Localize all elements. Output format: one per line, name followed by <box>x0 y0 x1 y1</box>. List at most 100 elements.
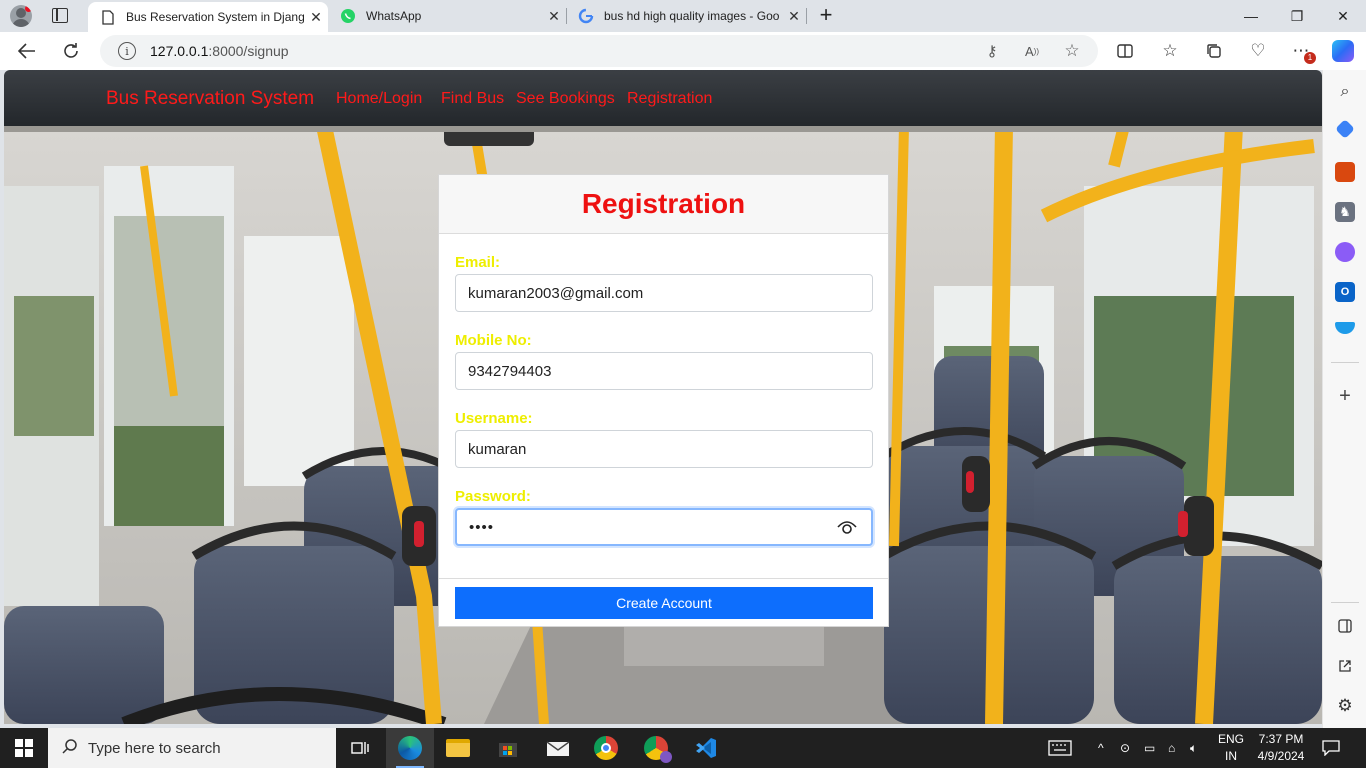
favorite-star-icon[interactable]: ☆ <box>1062 41 1082 61</box>
username-field[interactable]: kumaran <box>455 430 873 468</box>
favorites-icon[interactable]: ☆ <box>1155 36 1185 66</box>
volume-icon[interactable]: 🔈︎ <box>1190 728 1197 768</box>
chrome-icon[interactable] <box>582 728 630 768</box>
chrome-profile-icon[interactable] <box>632 728 680 768</box>
add-sidebar-app-icon[interactable]: + <box>1335 385 1355 407</box>
document-icon <box>100 9 116 25</box>
tab-bus-reservation[interactable]: Bus Reservation System in Djang ✕ <box>88 2 328 32</box>
windows-start-icon[interactable] <box>0 728 48 768</box>
refresh-icon[interactable] <box>56 36 86 66</box>
password-label: Password: <box>455 488 531 505</box>
collections-icon[interactable] <box>1199 36 1229 66</box>
profile-avatar[interactable] <box>10 5 32 27</box>
close-tab-icon[interactable]: ✕ <box>304 9 328 26</box>
input-language-indicator[interactable]: ENG IN <box>1214 731 1248 765</box>
mobile-field[interactable]: 9342794403 <box>455 352 873 390</box>
site-brand[interactable]: Bus Reservation System <box>106 88 314 110</box>
split-screen-icon[interactable] <box>1110 36 1140 66</box>
language-code: ENG <box>1217 732 1244 746</box>
edge-sidebar: ⌕ ♞ O + ⚙ <box>1322 70 1366 728</box>
clock-date: 4/9/2024 <box>1257 749 1305 763</box>
show-password-eye-icon[interactable] <box>837 519 857 535</box>
restore-icon[interactable]: ❐ <box>1274 0 1320 32</box>
email-label: Email: <box>455 254 501 271</box>
tab-title: WhatsApp <box>366 9 422 23</box>
clock-time: 7:37 PM <box>1258 732 1304 746</box>
close-tab-icon[interactable]: ✕ <box>542 8 566 25</box>
task-view-icon[interactable] <box>336 728 384 768</box>
site-navbar: Bus Reservation System Home/Login Find B… <box>4 70 1322 126</box>
network-icon[interactable]: ⌂ <box>1168 728 1175 768</box>
sidebar-divider <box>1331 602 1359 603</box>
create-account-button[interactable]: Create Account <box>455 587 873 619</box>
copilot-icon[interactable] <box>1332 40 1354 62</box>
close-tab-icon[interactable]: ✕ <box>782 8 806 25</box>
registration-card: Registration Email: kumaran2003@gmail.co… <box>438 174 889 627</box>
file-explorer-icon[interactable] <box>434 728 482 768</box>
whatsapp-icon <box>340 8 356 24</box>
mobile-value: 9342794403 <box>468 362 552 380</box>
outlook-icon[interactable]: O <box>1335 282 1355 302</box>
tab-title: bus hd high quality images - Goo <box>604 9 780 23</box>
games-icon[interactable]: ♞ <box>1335 202 1355 222</box>
back-arrow-icon[interactable] <box>12 36 42 66</box>
taskbar-search-box[interactable]: Type here to search <box>48 728 336 768</box>
battery-icon[interactable]: ▭ <box>1144 728 1155 768</box>
microsoft-365-icon[interactable] <box>1335 242 1355 262</box>
username-value: kumaran <box>468 440 527 458</box>
google-icon <box>578 8 594 24</box>
more-menu-icon[interactable]: ⋯ 1 <box>1286 36 1316 66</box>
region-code: IN <box>1225 749 1237 763</box>
nav-registration[interactable]: Registration <box>627 90 712 108</box>
webcam-icon[interactable]: ⊙ <box>1120 728 1130 768</box>
site-info-icon[interactable]: i <box>118 42 136 60</box>
card-footer: Create Account <box>439 578 888 626</box>
nav-home-login[interactable]: Home/Login <box>336 90 422 108</box>
browser-essentials-icon[interactable]: ♡ <box>1243 36 1273 66</box>
keyboard-layout-icon[interactable] <box>1048 728 1072 768</box>
nav-find-bus[interactable]: Find Bus <box>441 90 504 108</box>
tab-divider <box>806 8 807 24</box>
system-clock[interactable]: 7:37 PM 4/9/2024 <box>1254 731 1308 765</box>
form-title: Registration <box>581 188 746 219</box>
mail-icon[interactable] <box>534 728 582 768</box>
drop-icon[interactable] <box>1335 322 1355 334</box>
email-field[interactable]: kumaran2003@gmail.com <box>455 274 873 312</box>
show-hidden-icons-chevron-icon[interactable]: ^ <box>1098 728 1104 768</box>
new-tab-icon[interactable]: + <box>814 4 838 28</box>
search-placeholder: Type here to search <box>88 739 221 757</box>
url-text: 127.0.0.1:8000/signup <box>150 43 289 59</box>
key-icon[interactable]: ⚷ <box>982 41 1002 61</box>
tab-actions-icon[interactable] <box>52 8 68 23</box>
search-icon <box>62 738 78 759</box>
email-value: kumaran2003@gmail.com <box>468 284 644 302</box>
edge-taskbar-icon[interactable] <box>386 728 434 768</box>
sidebar-layout-icon[interactable] <box>1335 616 1355 636</box>
mobile-label: Mobile No: <box>455 332 532 349</box>
username-label: Username: <box>455 410 533 427</box>
nav-see-bookings[interactable]: See Bookings <box>516 90 615 108</box>
address-bar[interactable]: i 127.0.0.1:8000/signup ⚷ A)) ☆ <box>100 35 1098 67</box>
tab-whatsapp[interactable]: WhatsApp ✕ <box>328 0 566 32</box>
tab-title: Bus Reservation System in Djang <box>126 10 304 24</box>
settings-gear-icon[interactable]: ⚙ <box>1335 696 1355 716</box>
minimize-icon[interactable]: — <box>1228 0 1274 32</box>
vscode-icon[interactable] <box>682 728 730 768</box>
password-field[interactable]: •••• <box>455 508 873 546</box>
card-header: Registration <box>439 175 888 234</box>
password-value: •••• <box>469 518 495 536</box>
microsoft-store-icon[interactable] <box>484 728 532 768</box>
shopping-tag-icon[interactable] <box>1335 119 1355 139</box>
read-aloud-icon[interactable]: A)) <box>1022 41 1042 61</box>
page-viewport: Bus Reservation System Home/Login Find B… <box>4 70 1322 724</box>
close-window-icon[interactable]: ✕ <box>1320 0 1366 32</box>
search-icon[interactable]: ⌕ <box>1335 82 1355 102</box>
open-external-icon[interactable] <box>1335 656 1355 676</box>
tab-google-images[interactable]: bus hd high quality images - Goo ✕ <box>566 0 806 32</box>
browser-toolbar: i 127.0.0.1:8000/signup ⚷ A)) ☆ ☆ ♡ ⋯ 1 <box>0 32 1366 70</box>
browser-tab-strip: Bus Reservation System in Djang ✕ WhatsA… <box>0 0 1366 32</box>
windows-taskbar: Type here to search ^ ⊙ ▭ ⌂ 🔈︎ ENG IN 7:… <box>0 728 1366 768</box>
notification-badge: 1 <box>1304 52 1316 64</box>
tools-briefcase-icon[interactable] <box>1335 162 1355 182</box>
notification-center-icon[interactable] <box>1322 728 1340 768</box>
